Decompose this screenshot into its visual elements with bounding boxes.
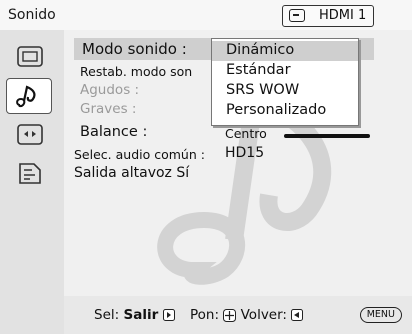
balance-value: Centro [225, 126, 267, 141]
select-hint: Sel: Salir [94, 307, 175, 323]
arrow-key-icon [162, 309, 175, 321]
speaker-output-item[interactable]: Salida altavoz Sí [74, 165, 189, 181]
input-label: HDMI 1 [319, 8, 367, 23]
settings-icon [19, 163, 41, 184]
reset-sound-mode-item[interactable]: Restab. modo son [80, 64, 192, 79]
sidebar-item-picture[interactable] [10, 40, 48, 74]
option-dinamico[interactable]: Dinámico [212, 41, 358, 61]
menu-title: Sonido [8, 7, 56, 23]
balance-slider[interactable] [284, 134, 370, 138]
option-label: SRS WOW [226, 82, 300, 98]
set-hint-label: Pon: [190, 307, 220, 323]
sidebar-item-settings[interactable] [10, 156, 48, 190]
back-hint-label: Volver: [240, 307, 287, 323]
option-personalizado[interactable]: Personalizado [212, 101, 358, 121]
sidebar-item-sound[interactable] [6, 78, 52, 114]
sidebar-item-screen[interactable] [10, 118, 48, 152]
sound-menu-panel: Modo sonido : Restab. modo son Agudos : … [64, 30, 412, 296]
option-estandar[interactable]: Estándar [212, 61, 358, 81]
tv-menu-screen: Sonido HDMI 1 Modo sonido: Restab. modo… [0, 0, 412, 334]
sound-mode-dropdown[interactable]: Dinámico Estándar SRS WOW Personalizado [211, 38, 359, 126]
screen-icon [17, 124, 43, 145]
select-key: Salir [123, 307, 159, 323]
common-audio-value: HD15 [225, 145, 265, 161]
treble-item: Agudos : [80, 82, 140, 98]
input-indicator: HDMI 1 [282, 5, 374, 27]
select-hint-label: Sel: [94, 307, 120, 323]
option-label: Dinámico [226, 42, 295, 58]
option-label: Personalizado [226, 102, 327, 118]
option-srs-wow[interactable]: SRS WOW [212, 81, 358, 101]
set-hint: Pon: Volver: [190, 307, 304, 323]
menu-button[interactable]: MENU [359, 307, 402, 323]
bass-item: Graves : [80, 101, 137, 117]
balance-item[interactable]: Balance : [80, 124, 147, 140]
picture-icon [17, 46, 43, 67]
music-note-icon [16, 85, 36, 108]
sound-mode-label: Modo sonido : [82, 40, 187, 58]
enter-key-icon [223, 308, 237, 322]
back-key-icon [291, 309, 304, 321]
bottom-help-bar: Sel: Salir Pon: Volver: MENU [64, 296, 412, 334]
sidebar [0, 30, 64, 334]
top-bar: Sonido HDMI 1 [0, 0, 412, 30]
common-audio-item[interactable]: Selec. audio común : [74, 147, 205, 162]
option-label: Estándar [226, 62, 291, 78]
input-source-icon [289, 9, 305, 22]
